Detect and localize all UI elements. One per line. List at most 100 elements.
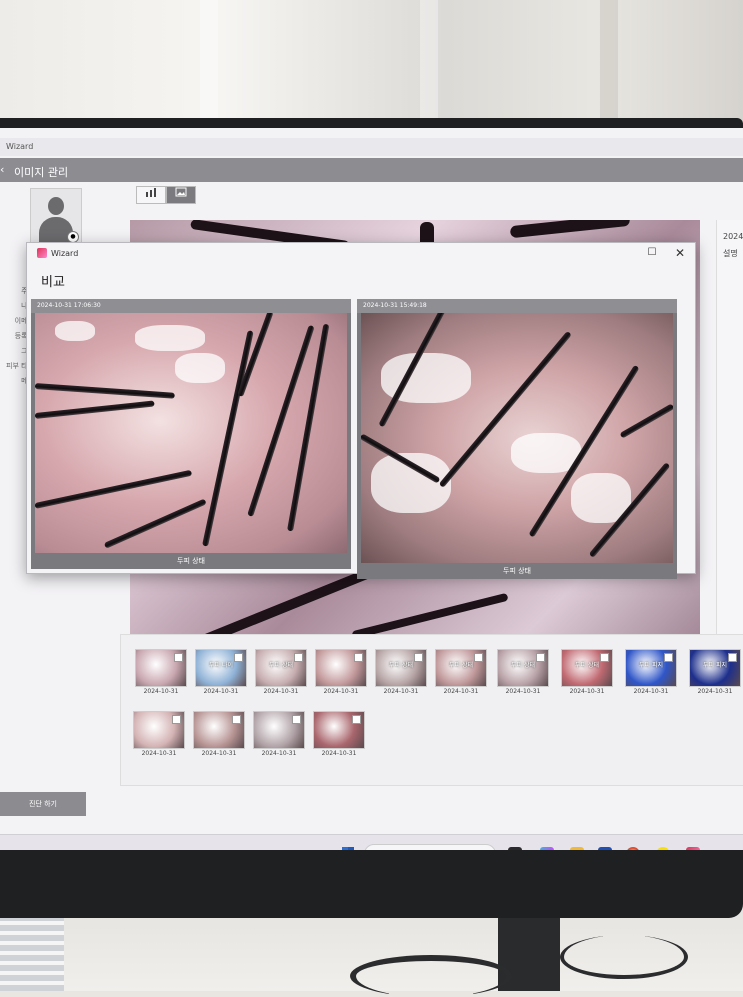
hair-strand <box>35 469 193 509</box>
thumbnail-item[interactable]: 두피 피지 2024-10-31 <box>689 649 741 695</box>
thumbnail-item[interactable]: 2024-10-31 <box>313 711 365 757</box>
thumbnail-item[interactable]: 두피 상태 2024-10-31 <box>435 649 487 695</box>
kakaotalk-app-icon[interactable] <box>656 847 670 850</box>
hair-strand <box>103 498 207 549</box>
compare-timestamp: 2024-10-31 17:06:30 <box>31 299 351 313</box>
wizard-app-icon[interactable] <box>686 847 700 850</box>
windows-taskbar: ⌕ 검색 <box>0 834 743 850</box>
wizard-logo-icon <box>37 248 47 258</box>
thumbnail-item[interactable]: 두피 상태 2024-10-31 <box>497 649 549 695</box>
explorer-app-icon[interactable] <box>570 847 584 850</box>
thumbnail-image[interactable]: 두피 상태 <box>561 649 613 687</box>
thumbnail-date: 2024-10-31 <box>201 750 237 757</box>
thumbnail-checkbox[interactable] <box>292 715 301 724</box>
hair-strand <box>35 383 175 399</box>
copilot-app-icon[interactable] <box>540 847 554 850</box>
thumbnail-date: 2024-10-31 <box>505 688 541 695</box>
compare-caption: 두피 상태 <box>31 553 351 569</box>
thumbnail-caption: 두피 상태 <box>389 662 413 669</box>
scalp-image-right[interactable] <box>361 313 673 563</box>
hair-strand <box>35 400 155 419</box>
thumbnail-item[interactable]: 2024-10-31 <box>135 649 187 695</box>
thumbnail-image[interactable]: 두피 상태 <box>255 649 307 687</box>
curtain-fold <box>200 0 218 125</box>
avatar[interactable]: ● <box>30 188 82 246</box>
thumbnail-checkbox[interactable] <box>232 715 241 724</box>
store-app-icon[interactable] <box>598 847 612 850</box>
thumbnail-image[interactable] <box>315 649 367 687</box>
taskbar-search[interactable]: ⌕ 검색 <box>364 844 496 850</box>
files-app-icon[interactable] <box>508 847 522 850</box>
thumbnail-item[interactable]: 2024-10-31 <box>315 649 367 695</box>
scale-flake <box>55 321 95 341</box>
thumbnail-date: 2024-10-31 <box>263 688 299 695</box>
thumbnail-checkbox[interactable] <box>172 715 181 724</box>
compare-pane-left: 2024-10-31 17:06:30 두피 상태 <box>31 299 351 569</box>
thumbnail-date: 2024-10-31 <box>697 688 733 695</box>
thumbnail-image[interactable] <box>253 711 305 749</box>
thumbnail-date: 2024-10-31 <box>203 688 239 695</box>
thumbnail-checkbox[interactable] <box>354 653 363 662</box>
image-view-button[interactable] <box>166 186 196 204</box>
dialog-titlebar: Wizard ☐ ✕ <box>27 243 695 265</box>
thumbnail-image[interactable]: 두피 나이 <box>195 649 247 687</box>
chart-icon <box>146 188 156 197</box>
thumbnail-image[interactable] <box>313 711 365 749</box>
dialog-heading: 비교 <box>41 275 65 290</box>
thumbnail-caption: 두피 상태 <box>511 662 535 669</box>
curtain-fold <box>420 0 438 125</box>
thumbnail-item[interactable]: 두피 나이 2024-10-31 <box>195 649 247 695</box>
chrome-app-icon[interactable] <box>626 847 640 850</box>
scale-flake <box>135 325 205 351</box>
hair-strand <box>351 592 509 640</box>
taskbar-search-label: 검색 <box>387 849 402 850</box>
windows-start-icon[interactable] <box>342 847 354 850</box>
monitor-screen: Wizard ‹ 이미지 관리 ● 주별 나이 이메일 등록일 그룹 피부 타입… <box>0 128 743 850</box>
thumbnail-caption: 두피 상태 <box>269 662 293 669</box>
thumbnail-date: 2024-10-31 <box>383 688 419 695</box>
cable <box>560 935 688 979</box>
detail-date: 2024- <box>723 232 743 241</box>
app-titlebar: Wizard <box>0 138 743 156</box>
scalp-image-left[interactable] <box>35 313 347 553</box>
thumbnail-checkbox[interactable] <box>352 715 361 724</box>
thumbnail-item[interactable]: 두피 피지 2024-10-31 <box>625 649 677 695</box>
thumbnail-gallery: 2024-10-31 두피 나이 2024-10-31 두피 상태 2024-10-31… <box>120 634 743 786</box>
thumbnail-image[interactable] <box>135 649 187 687</box>
hair-strand <box>619 403 673 439</box>
thumbnail-item[interactable]: 두피 상태 2024-10-31 <box>255 649 307 695</box>
thumbnail-item[interactable]: 두피 상태 2024-10-31 <box>375 649 427 695</box>
thumbnail-date: 2024-10-31 <box>323 688 359 695</box>
thumbnail-image[interactable]: 두피 피지 <box>625 649 677 687</box>
maximize-icon[interactable]: ☐ <box>645 247 659 261</box>
diagnose-button[interactable]: 진단 하기 <box>0 792 86 816</box>
thumbnail-image[interactable]: 두피 상태 <box>497 649 549 687</box>
chart-view-button[interactable] <box>136 186 166 204</box>
thumbnail-caption: 두피 상태 <box>575 662 599 669</box>
thumbnail-item[interactable]: 2024-10-31 <box>253 711 305 757</box>
detail-description-label: 설명 <box>723 249 738 258</box>
scale-flake <box>175 353 225 383</box>
thumbnail-item[interactable]: 2024-10-31 <box>133 711 185 757</box>
thumbnail-caption: 두피 나이 <box>209 662 233 669</box>
search-icon: ⌕ <box>372 847 378 850</box>
thumbnail-date: 2024-10-31 <box>633 688 669 695</box>
compare-caption: 두피 상태 <box>357 563 677 579</box>
thumbnail-checkbox[interactable] <box>174 653 183 662</box>
thumbnail-caption: 두피 상태 <box>449 662 473 669</box>
image-icon <box>175 187 187 197</box>
thumbnail-image[interactable]: 두피 피지 <box>689 649 741 687</box>
thumbnail-image[interactable]: 두피 상태 <box>435 649 487 687</box>
page-header: ‹ 이미지 관리 <box>0 158 743 182</box>
thumbnail-item[interactable]: 2024-10-31 <box>193 711 245 757</box>
close-icon[interactable]: ✕ <box>673 246 687 260</box>
compare-timestamp: 2024-10-31 15:49:18 <box>357 299 677 313</box>
thumbnail-image[interactable]: 두피 상태 <box>375 649 427 687</box>
thumbnail-date: 2024-10-31 <box>321 750 357 757</box>
thumbnail-date: 2024-10-31 <box>569 688 605 695</box>
thumbnail-item[interactable]: 두피 상태 2024-10-31 <box>561 649 613 695</box>
avatar-head <box>48 197 64 215</box>
thumbnail-image[interactable] <box>193 711 245 749</box>
thumbnail-image[interactable] <box>133 711 185 749</box>
back-arrow-icon[interactable]: ‹ <box>0 163 4 176</box>
